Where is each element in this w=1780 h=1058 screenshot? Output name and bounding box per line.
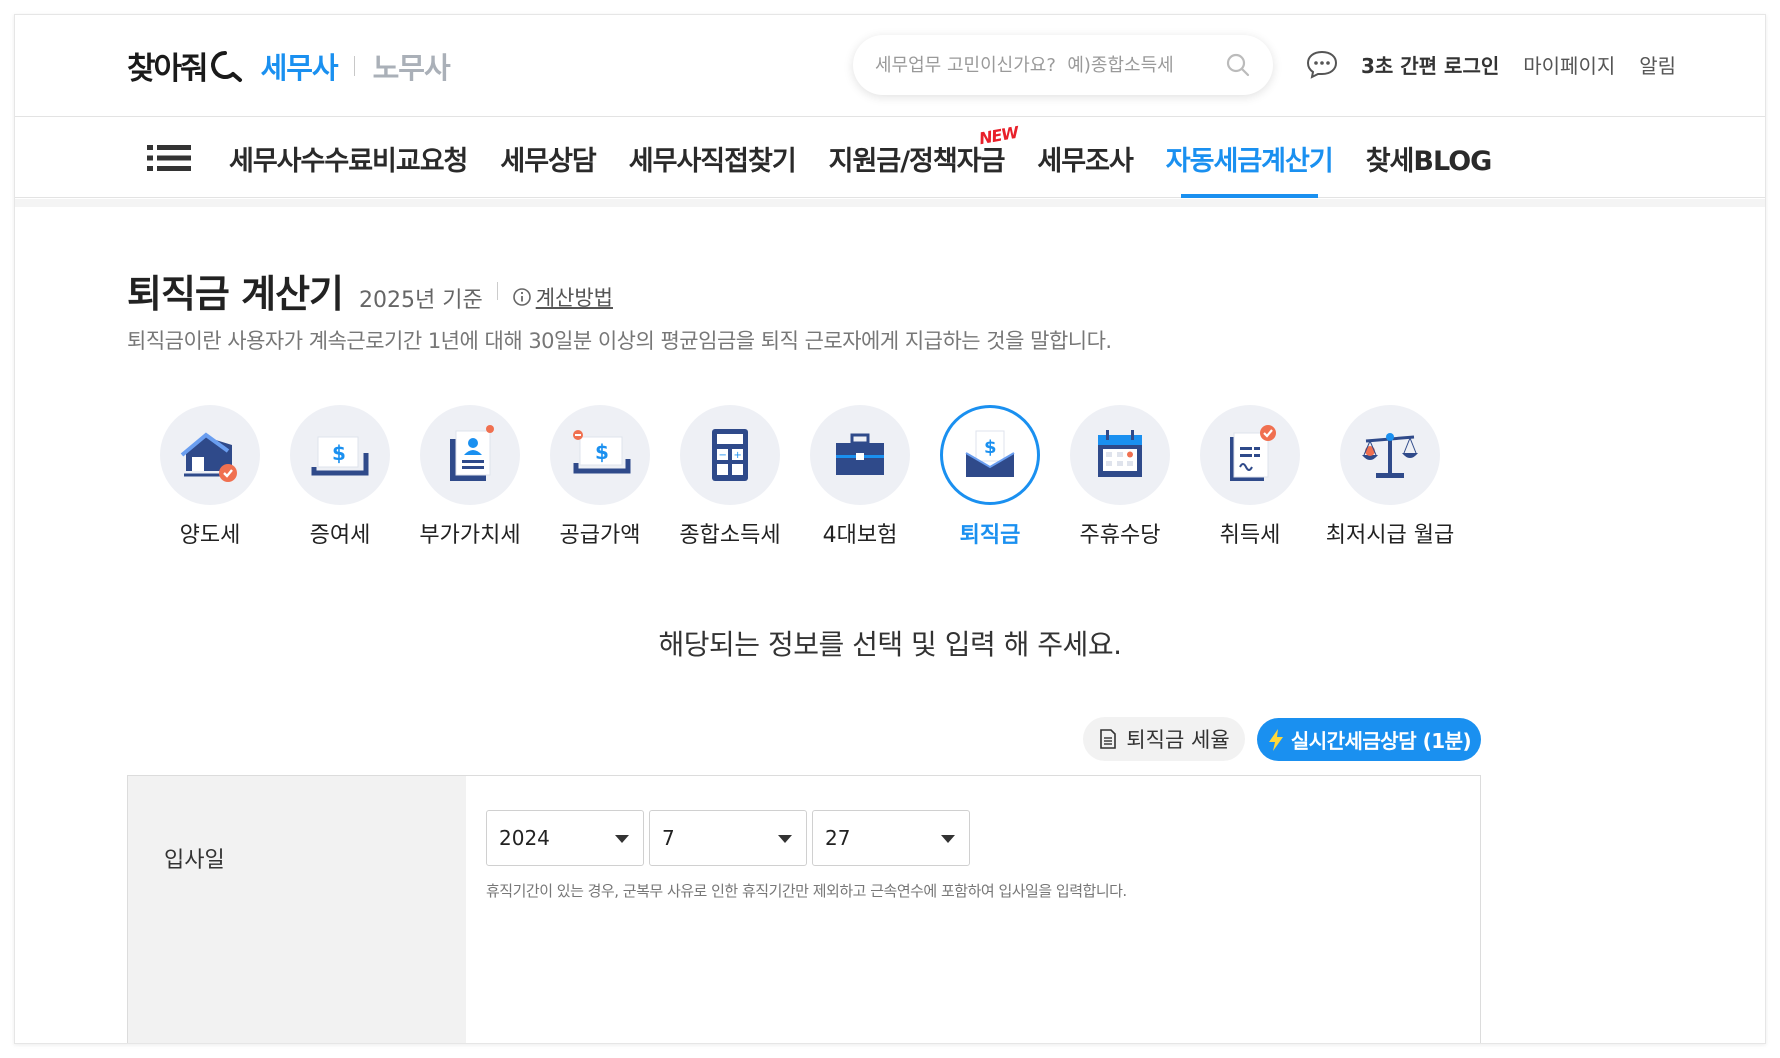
- join-month-select[interactable]: 7: [649, 810, 807, 866]
- envelope-money-icon: $: [965, 430, 1015, 477]
- info-icon: [512, 288, 531, 306]
- calc-label: 주휴수당: [1079, 523, 1161, 548]
- house-icon: [180, 432, 237, 482]
- realtime-consult-label: 실시간세금상담 (1분): [1290, 729, 1472, 753]
- join-date-label: 입사일: [164, 848, 225, 873]
- money-tray-icon: $: [311, 436, 369, 476]
- new-badge: NEW: [978, 122, 1020, 149]
- caret-down-icon: [615, 835, 629, 843]
- briefcase-icon: [836, 433, 884, 475]
- nav-find-accountant[interactable]: 세무사직접찾기: [629, 118, 797, 198]
- page-title: 퇴직금 계산기: [127, 272, 344, 316]
- notification-link[interactable]: 알림: [1639, 50, 1676, 79]
- calc-label: 퇴직금: [959, 523, 1021, 548]
- caret-down-icon: [941, 835, 955, 843]
- input-prompt: 해당되는 정보를 선택 및 입력 해 주세요.: [658, 628, 1122, 661]
- calc-acquisition-tax[interactable]: 취득세: [1185, 405, 1315, 549]
- page-description: 퇴직금이란 사용자가 계속근로기간 1년에 대해 30일분 이상의 평균임금을 …: [127, 329, 1112, 353]
- top-links: 3초 간편 로그인 마이페이지 알림: [1305, 49, 1700, 79]
- search-icon[interactable]: [1225, 52, 1251, 78]
- scale-icon: [1362, 433, 1418, 478]
- contract-icon: [1230, 425, 1276, 481]
- nav-blog[interactable]: 찾세BLOG: [1366, 118, 1493, 198]
- nav-tax-audit[interactable]: 세무조사: [1037, 118, 1133, 198]
- calc-social-insurance[interactable]: 4대보험: [795, 405, 925, 549]
- nav-tax-consult[interactable]: 세무상담: [500, 118, 596, 198]
- document-person-icon: [450, 425, 494, 481]
- calc-label: 취득세: [1219, 523, 1281, 548]
- hamburger-menu-icon[interactable]: [147, 143, 191, 173]
- lightning-icon: [1268, 728, 1283, 751]
- calc-income-tax[interactable]: − + 종합소득세: [665, 405, 795, 549]
- calc-label: 4대보험: [822, 523, 898, 548]
- form-label-cell: 입사일: [128, 776, 466, 1043]
- chat-icon[interactable]: [1305, 49, 1339, 79]
- join-year-select[interactable]: 2024: [486, 810, 644, 866]
- magnifier-logo-icon: [210, 50, 242, 82]
- logo-divider: [353, 55, 355, 76]
- calculation-method-link[interactable]: 계산방법: [512, 282, 613, 312]
- nav-auto-calculator[interactable]: 자동세금계산기: [1166, 118, 1334, 198]
- svg-text:$: $: [984, 437, 997, 458]
- calculator-icon: − +: [712, 429, 748, 481]
- search-box[interactable]: [853, 35, 1273, 95]
- title-row: 퇴직금 계산기 2025년 기준 계산방법: [127, 263, 613, 318]
- calc-gift-tax[interactable]: $ 증여세: [275, 405, 405, 549]
- calc-vat[interactable]: 부가가치세: [405, 405, 535, 549]
- calc-label: 양도세: [179, 523, 241, 548]
- join-day-select[interactable]: 27: [812, 810, 970, 866]
- main-nav: 세무사수수료비교요청 세무상담 세무사직접찾기 지원금/정책자금 NEW 세무조…: [15, 118, 1765, 198]
- caret-down-icon: [778, 835, 792, 843]
- calc-label: 최저시급 월급: [1325, 523, 1455, 548]
- realtime-consult-button[interactable]: 실시간세금상담 (1분): [1257, 718, 1481, 761]
- calc-label: 공급가액: [559, 523, 641, 548]
- document-icon: [1100, 729, 1117, 749]
- join-date-selects: 2024 7 27: [486, 810, 975, 866]
- logo-text: 찾아줘: [127, 51, 209, 87]
- calc-minimum-wage[interactable]: 최저시급 월급: [1315, 405, 1465, 549]
- nav-fee-comparison[interactable]: 세무사수수료비교요청: [229, 118, 468, 198]
- calc-severance-pay[interactable]: $ 퇴직금: [925, 405, 1055, 549]
- svg-text:$: $: [595, 440, 609, 464]
- page-frame: 찾아줘 세무사 노무사 3초 간편 로그인 마이페이지 알림: [14, 14, 1766, 1044]
- mypage-link[interactable]: 마이페이지: [1523, 50, 1615, 79]
- nav-subsidy[interactable]: 지원금/정책자금 NEW: [828, 118, 1020, 198]
- calc-label: 종합소득세: [679, 523, 781, 548]
- calc-weekly-allowance[interactable]: 주휴수당: [1055, 405, 1185, 549]
- join-month-value: 7: [662, 826, 675, 850]
- join-date-form: 입사일 2024 7 27 휴직기간이 있는 경우, 군복무 사유로 인한 휴직…: [127, 775, 1481, 1043]
- calendar-icon: [1098, 430, 1142, 477]
- nav-subsidy-label: 지원금/정책자금: [828, 145, 1006, 177]
- severance-tax-rate-button[interactable]: 퇴직금 세율: [1083, 717, 1245, 761]
- money-card-icon: $: [573, 430, 631, 474]
- search-input[interactable]: [875, 54, 1225, 76]
- svg-text:$: $: [332, 441, 346, 465]
- tab-tax-accountant[interactable]: 세무사: [261, 45, 339, 87]
- calculation-method-label: 계산방법: [535, 286, 613, 310]
- site-logo[interactable]: 찾아줘 세무사 노무사: [127, 43, 451, 88]
- calc-label: 증여세: [309, 523, 371, 548]
- tab-labor-attorney[interactable]: 노무사: [373, 45, 451, 87]
- calc-transfer-tax[interactable]: 양도세: [145, 405, 275, 549]
- title-divider: [496, 281, 498, 300]
- svg-text:+: +: [734, 450, 742, 461]
- join-day-value: 27: [825, 826, 851, 850]
- quick-login-link[interactable]: 3초 간편 로그인: [1361, 50, 1499, 79]
- join-date-note: 휴직기간이 있는 경우, 군복무 사유로 인한 휴직기간만 제외하고 근속연수에…: [486, 882, 1127, 900]
- top-header: 찾아줘 세무사 노무사 3초 간편 로그인 마이페이지 알림: [15, 15, 1765, 117]
- severance-tax-rate-label: 퇴직금 세율: [1126, 728, 1230, 752]
- base-year: 2025년 기준: [359, 288, 483, 313]
- section-divider: [15, 199, 1765, 207]
- calc-supply-value[interactable]: $ 공급가액: [535, 405, 665, 549]
- calc-label: 부가가치세: [419, 523, 521, 548]
- join-year-value: 2024: [499, 826, 550, 850]
- svg-text:−: −: [719, 450, 727, 461]
